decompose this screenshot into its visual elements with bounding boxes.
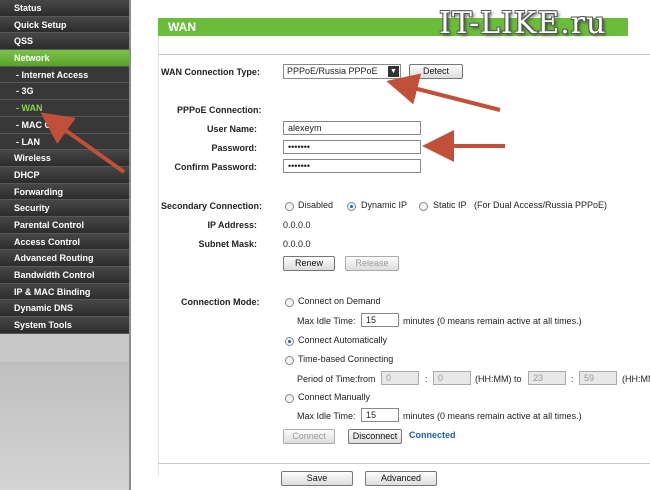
radio-connect-automatically[interactable] [285,337,294,346]
dual-access-note: (For Dual Access/Russia PPPoE) [474,200,608,210]
sidebar-item-ip-mac-binding[interactable]: IP & MAC Binding [0,283,131,301]
divider [158,54,650,55]
sidebar-item-network[interactable]: Network [0,50,131,67]
wan-type-label: WAN Connection Type: [161,67,260,77]
username-input[interactable]: alexeym [283,121,421,135]
ip-address-label: IP Address: [207,220,257,230]
radio-connect-on-demand[interactable] [285,298,294,307]
sidebar-empty-area [0,362,131,490]
connect-on-demand-label: Connect on Demand [298,296,381,306]
sidebar-item-3g[interactable]: - 3G [0,83,131,101]
sidebar-item-wan[interactable]: - WAN [0,100,131,117]
radio-time-based[interactable] [285,356,294,365]
to-hour-input[interactable]: 23 [528,371,566,385]
content-border [158,36,159,476]
sidebar-item-bandwidth-control[interactable]: Bandwidth Control [0,267,131,284]
wan-type-select[interactable]: PPPoE/Russia PPPoE ▼ [283,64,401,79]
radio-static-ip[interactable] [419,202,428,211]
to-minute-input[interactable]: 59 [579,371,617,385]
max-idle-note: minutes (0 means remain active at all ti… [403,316,582,326]
advanced-button[interactable]: Advanced [365,471,437,486]
chevron-down-icon[interactable]: ▼ [388,66,399,77]
time-colon: : [425,374,428,384]
confirm-password-label: Confirm Password: [174,162,257,172]
radio-disabled-label: Disabled [298,200,334,210]
sidebar-item-parental-control[interactable]: Parental Control [0,216,131,234]
sidebar-item-dynamic-dns[interactable]: Dynamic DNS [0,300,131,318]
connect-manually-label: Connect Manually [298,392,371,402]
password-label: Password: [211,143,257,153]
radio-static-ip-label: Static IP [433,200,467,210]
from-minute-input[interactable]: 0 [433,371,471,385]
sidebar-item-qss[interactable]: QSS [0,33,131,51]
radio-disabled[interactable] [285,202,294,211]
sidebar-item-mac-clone[interactable]: - MAC Clone [0,116,131,134]
hhmm-label: (HH:MM) [622,374,650,384]
connection-mode-label: Connection Mode: [181,297,260,307]
connect-button[interactable]: Connect [283,429,335,444]
sidebar-item-lan[interactable]: - LAN [0,133,131,151]
sidebar-menu: Status Quick Setup QSS Network - Interne… [0,0,131,490]
connection-status: Connected [409,430,456,440]
sidebar-item-access-control[interactable]: Access Control [0,233,131,251]
sidebar-item-quick-setup[interactable]: Quick Setup [0,16,131,34]
sidebar-item-internet-access[interactable]: - Internet Access [0,66,131,84]
secondary-connection-label: Secondary Connection: [161,201,263,211]
subnet-mask-value: 0.0.0.0 [283,239,311,249]
sidebar-item-forwarding[interactable]: Forwarding [0,183,131,201]
max-idle-label: Max Idle Time: [297,316,356,326]
max-idle-input-2[interactable]: 15 [361,408,399,422]
ip-address-value: 0.0.0.0 [283,220,311,230]
max-idle-label-2: Max Idle Time: [297,411,356,421]
radio-dynamic-ip-label: Dynamic IP [361,200,408,210]
radio-connect-manually[interactable] [285,394,294,403]
sidebar-item-status[interactable]: Status [0,0,131,17]
username-label: User Name: [206,124,257,134]
max-idle-input[interactable]: 15 [361,313,399,327]
confirm-password-input[interactable]: ••••••• [283,159,421,173]
radio-dynamic-ip[interactable] [347,202,356,211]
wan-type-value: PPPoE/Russia PPPoE [287,66,378,76]
connect-automatically-label: Connect Automatically [298,335,388,345]
sidebar-item-security[interactable]: Security [0,200,131,217]
sidebar-item-wireless[interactable]: Wireless [0,150,131,167]
time-based-label: Time-based Connecting [298,354,394,364]
pppoe-section-label: PPPoE Connection: [177,105,262,115]
period-label: Period of Time:from [297,374,376,384]
release-button[interactable]: Release [345,256,399,271]
sidebar-item-advanced-routing[interactable]: Advanced Routing [0,250,131,267]
from-hour-input[interactable]: 0 [381,371,419,385]
watermark-logo: IT-LIKE.ru [439,6,607,41]
disconnect-button[interactable]: Disconnect [348,429,402,444]
renew-button[interactable]: Renew [283,256,335,271]
footer-divider [158,463,650,464]
sidebar-item-system-tools[interactable]: System Tools [0,317,131,334]
page-title: WAN [168,20,196,34]
sidebar-item-dhcp[interactable]: DHCP [0,166,131,184]
subnet-mask-label: Subnet Mask: [198,239,257,249]
to-label: (HH:MM) to [475,374,522,384]
save-button[interactable]: Save [281,471,353,486]
time-colon-2: : [571,374,574,384]
password-input[interactable]: ••••••• [283,140,421,154]
max-idle-note-2: minutes (0 means remain active at all ti… [403,411,582,421]
detect-button[interactable]: Detect [409,64,463,79]
